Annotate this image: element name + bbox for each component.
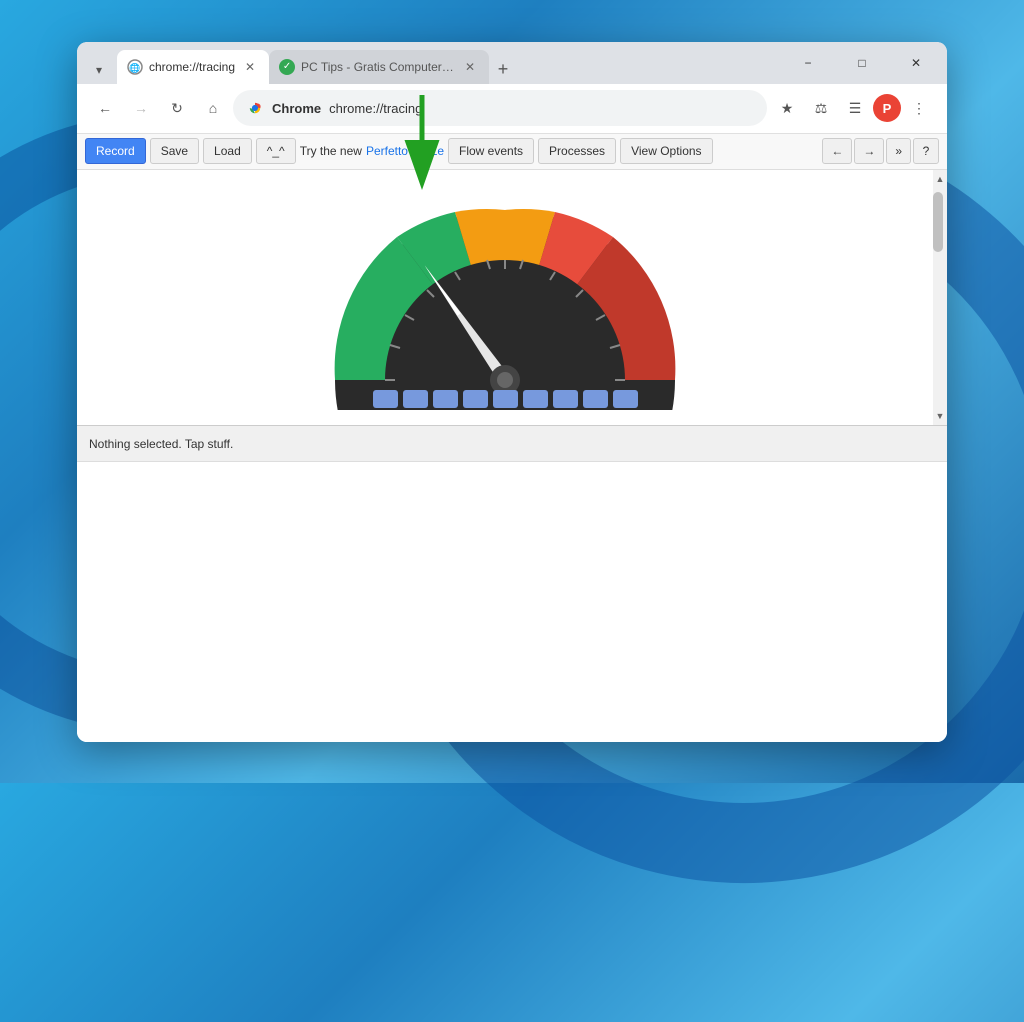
title-bar: ▾ 🌐 chrome://tracing ✕ ✓ PC Tips - Grati…: [77, 42, 947, 84]
tab-strip: ▾ 🌐 chrome://tracing ✕ ✓ PC Tips - Grati…: [85, 42, 773, 84]
extensions-button[interactable]: ⚖: [805, 92, 837, 124]
segment-6: [523, 390, 548, 408]
content-area: ▲ ▼: [77, 170, 947, 426]
segment-7: [553, 390, 578, 408]
segment-5: [493, 390, 518, 408]
speedometer-gauge: [315, 190, 695, 410]
home-button[interactable]: ⌂: [197, 92, 229, 124]
gauge-container: [77, 170, 933, 420]
forward-button[interactable]: →: [125, 92, 157, 124]
tab-title-inactive: PC Tips - Gratis Computer Tips...: [301, 60, 455, 74]
nav-expand-button[interactable]: »: [886, 138, 911, 164]
trace-view[interactable]: [77, 170, 933, 426]
detail-panel[interactable]: [77, 461, 947, 742]
segment-8: [583, 390, 608, 408]
scroll-down-arrow[interactable]: ▼: [933, 409, 947, 423]
tab-active[interactable]: 🌐 chrome://tracing ✕: [117, 50, 269, 84]
view-options-button[interactable]: View Options: [620, 138, 712, 164]
svg-text:🌐: 🌐: [129, 62, 140, 73]
tracing-toolbar: Record Save Load ^_^ Try the new Perfett…: [77, 134, 947, 170]
tab-close-button[interactable]: ✕: [241, 58, 259, 76]
help-button[interactable]: ?: [913, 138, 939, 164]
profile-avatar[interactable]: P: [873, 94, 901, 122]
perfetto-link[interactable]: Perfetto UI!: [366, 144, 427, 158]
segment-2: [403, 390, 428, 408]
tab-inactive[interactable]: ✓ PC Tips - Gratis Computer Tips... ✕: [269, 50, 489, 84]
refresh-button[interactable]: ↻: [161, 92, 193, 124]
tab-dropdown-button[interactable]: ▾: [85, 56, 113, 84]
segment-4: [463, 390, 488, 408]
tab-favicon-chrome: 🌐: [127, 59, 143, 75]
maximize-button[interactable]: □: [839, 48, 885, 78]
new-tab-button[interactable]: +: [489, 56, 517, 84]
caret-button[interactable]: ^_^: [256, 138, 296, 164]
minimize-button[interactable]: −: [785, 48, 831, 78]
window-controls: − □ ✕: [785, 48, 939, 78]
menu-button[interactable]: ⋮: [903, 92, 935, 124]
record-button[interactable]: Record: [85, 138, 146, 164]
toolbar-navigation: ← → » ?: [822, 138, 939, 164]
address-bar[interactable]: Chrome chrome://tracing: [233, 90, 767, 126]
status-text: Nothing selected. Tap stuff.: [89, 437, 233, 451]
chrome-logo-icon: [246, 99, 264, 117]
back-button[interactable]: ←: [89, 92, 121, 124]
scroll-thumb[interactable]: [933, 192, 943, 252]
profile-sync-button[interactable]: ☰: [839, 92, 871, 124]
nav-prev-button[interactable]: ←: [822, 138, 852, 164]
processes-button[interactable]: Processes: [538, 138, 616, 164]
tab-title-active: chrome://tracing: [149, 60, 235, 74]
tab-favicon-check: ✓: [279, 59, 295, 75]
nav-actions: ★ ⚖ ☰ P ⋮: [771, 92, 935, 124]
bookmark-button[interactable]: ★: [771, 92, 803, 124]
try-new-text: Try the new: [300, 144, 362, 158]
close-button[interactable]: ✕: [893, 48, 939, 78]
segment-3: [433, 390, 458, 408]
status-bar: Nothing selected. Tap stuff.: [77, 425, 947, 461]
save-button[interactable]: Save: [150, 138, 199, 164]
navigation-bar: ← → ↻ ⌂ Chrome chrome://tracing ★ ⚖ ☰ P …: [77, 84, 947, 134]
scroll-up-arrow[interactable]: ▲: [933, 172, 947, 186]
vertical-scrollbar[interactable]: ▲ ▼: [933, 170, 947, 426]
segment-9: [613, 390, 638, 408]
segment-1: [373, 390, 398, 408]
address-text: chrome://tracing: [329, 101, 754, 116]
site-label: Chrome: [272, 101, 321, 116]
flow-events-button[interactable]: Flow events: [448, 138, 534, 164]
learn-more-link[interactable]: Le: [431, 144, 444, 158]
gauge-segments-bar: [77, 390, 933, 418]
tab-close-button-2[interactable]: ✕: [461, 58, 479, 76]
nav-next-button[interactable]: →: [854, 138, 884, 164]
load-button[interactable]: Load: [203, 138, 252, 164]
